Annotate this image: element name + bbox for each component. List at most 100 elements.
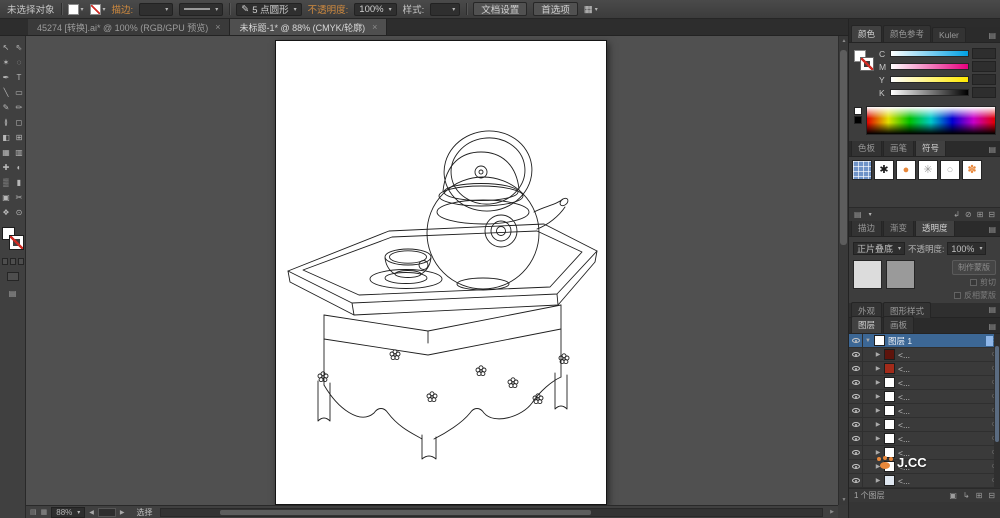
panel-menu-icon[interactable]: ▤ — [988, 31, 1000, 42]
layer-label[interactable]: 图层 1 — [888, 335, 987, 347]
panel-menu-icon[interactable]: ▤ — [988, 225, 1000, 236]
stroke-panel-link[interactable]: 描边: — [112, 2, 134, 16]
disclosure-closed-icon[interactable]: ▶ — [873, 407, 883, 414]
symbol-ink-splat[interactable]: ✱ — [874, 160, 894, 180]
layer-thumbnail[interactable] — [884, 419, 895, 430]
status-grid-icon[interactable]: ▦ — [41, 508, 48, 516]
layer-row-path[interactable]: ▶ <... ○ — [849, 474, 1000, 488]
tab-color[interactable]: 颜色 — [851, 25, 883, 42]
close-icon[interactable]: × — [372, 22, 377, 32]
stroke-swatch-icon[interactable] — [860, 57, 874, 71]
disclosure-closed-icon[interactable]: ▶ — [873, 477, 883, 484]
tab-swatches[interactable]: 色板 — [851, 139, 883, 156]
scroll-right-icon[interactable]: ▶ — [830, 509, 834, 515]
layer-label[interactable]: <... — [898, 434, 987, 444]
clip-checkbox-row[interactable]: 剪切 — [970, 277, 996, 288]
disclosure-closed-icon[interactable]: ▶ — [873, 435, 883, 442]
visibility-toggle[interactable] — [849, 474, 863, 487]
fill-stroke-indicator[interactable] — [854, 50, 878, 74]
tab-brushes[interactable]: 画笔 — [883, 139, 915, 156]
mesh-tool[interactable]: ▦ — [0, 145, 13, 160]
visibility-toggle[interactable] — [849, 376, 863, 389]
slice-tool[interactable]: ✂ — [13, 190, 26, 205]
lasso-tool[interactable]: ◌ — [13, 55, 26, 70]
visibility-toggle[interactable] — [849, 418, 863, 431]
layers-scrollbar[interactable] — [994, 334, 1000, 488]
eyedropper-tool[interactable]: ✚ — [0, 160, 13, 175]
black-value-field[interactable] — [972, 87, 996, 98]
layer-label[interactable]: <... — [898, 350, 987, 360]
preferences-button[interactable]: 首选项 — [533, 2, 578, 16]
layer-thumbnail[interactable] — [884, 363, 895, 374]
symbol-grid-paper[interactable] — [852, 160, 872, 180]
make-clipping-mask-icon[interactable]: ▣ — [949, 491, 957, 500]
magenta-value-field[interactable] — [972, 61, 996, 72]
layer-row-path[interactable]: ▶ <... ○ — [849, 348, 1000, 362]
next-artboard-icon[interactable]: ▶ — [120, 509, 125, 516]
disclosure-closed-icon[interactable]: ▶ — [873, 393, 883, 400]
hexagonal-tray[interactable] — [287, 223, 598, 316]
yellow-slider[interactable] — [890, 76, 969, 83]
visibility-toggle[interactable] — [849, 460, 863, 473]
draw-behind-button[interactable] — [9, 258, 16, 265]
layer-thumbnail[interactable] — [884, 405, 895, 416]
panel-menu-icon[interactable]: ▤ — [988, 145, 1000, 156]
delete-symbol-icon[interactable]: ⊟ — [988, 210, 995, 219]
document-tab-2[interactable]: 未标题-1* @ 88% (CMYK/轮廓) × — [230, 19, 388, 35]
document-tab-1[interactable]: 45274 [转换].ai* @ 100% (RGB/GPU 预览) × — [28, 19, 231, 35]
column-graph-tool[interactable]: ▮ — [13, 175, 26, 190]
zoom-level-dropdown[interactable]: 88% ▾ — [51, 506, 86, 518]
layer-label[interactable]: <... — [898, 476, 987, 486]
tab-color-guide[interactable]: 颜色参考 — [883, 25, 932, 42]
layer-label[interactable]: <... — [898, 364, 987, 374]
stroke-swatch-icon[interactable] — [8, 235, 24, 250]
panel-menu-icon[interactable]: ▤ — [988, 305, 1000, 316]
vertical-scrollbar[interactable]: ▲ ▼ — [838, 36, 848, 505]
disclosure-closed-icon[interactable]: ▶ — [873, 421, 883, 428]
visibility-toggle[interactable] — [849, 390, 863, 403]
layer-label[interactable]: <... — [898, 420, 987, 430]
tab-transparency[interactable]: 透明度 — [915, 219, 955, 236]
tab-layers[interactable]: 图层 — [851, 316, 883, 333]
vertical-scroll-thumb[interactable] — [840, 50, 847, 245]
tab-stroke[interactable]: 描边 — [851, 219, 883, 236]
type-tool[interactable]: T — [13, 70, 26, 85]
style-dropdown[interactable]: ▾ — [430, 2, 461, 16]
workspace-switcher[interactable]: ▦ ▾ — [584, 4, 598, 15]
invert-mask-checkbox[interactable] — [954, 292, 961, 299]
layer-row-layer1[interactable]: ▼ 图层 1 ○ — [849, 334, 1000, 348]
cyan-value-field[interactable] — [972, 48, 996, 59]
close-icon[interactable]: × — [215, 22, 220, 32]
brush-definition-dropdown[interactable]: ✎ 5 点圆形 ▾ — [236, 2, 302, 16]
disclosure-closed-icon[interactable]: ▶ — [873, 379, 883, 386]
symbol-sprayer-tool[interactable]: ▒ — [0, 175, 13, 190]
draw-inside-button[interactable] — [17, 258, 24, 265]
tab-symbols[interactable]: 符号 — [915, 139, 947, 156]
blend-tool[interactable]: ◐ — [13, 160, 26, 175]
gradient-tool[interactable]: ▥ — [13, 145, 26, 160]
visibility-toggle[interactable] — [849, 446, 863, 459]
document-setup-button[interactable]: 文档设置 — [473, 2, 528, 16]
disclosure-closed-icon[interactable]: ▶ — [873, 365, 883, 372]
horizontal-scroll-thumb[interactable] — [220, 509, 591, 515]
symbol-flower[interactable]: ✽ — [962, 160, 982, 180]
color-spectrum[interactable] — [866, 106, 996, 135]
layer-thumbnail[interactable] — [884, 377, 895, 388]
pen-tool[interactable]: ✒ — [0, 70, 13, 85]
panel-menu-icon[interactable]: ▤ — [988, 322, 1000, 333]
delete-layer-icon[interactable]: ⊟ — [988, 491, 995, 500]
previous-artboard-icon[interactable]: ◀ — [89, 509, 94, 516]
white-swatch[interactable] — [854, 107, 862, 115]
layer-row-path[interactable]: ▶ <... ○ — [849, 418, 1000, 432]
layer-row-path[interactable]: ▶ <... ○ — [849, 404, 1000, 418]
artboard-tool[interactable]: ▣ — [0, 190, 13, 205]
layer-thumbnail[interactable] — [884, 433, 895, 444]
symbol-orange-dot[interactable]: ● — [896, 160, 916, 180]
tab-kuler[interactable]: Kuler — [932, 27, 966, 42]
visibility-toggle[interactable] — [849, 348, 863, 361]
flower-ornaments[interactable] — [317, 349, 570, 405]
invert-mask-checkbox-row[interactable]: 反相蒙版 — [954, 290, 996, 301]
screen-mode-button[interactable] — [6, 272, 19, 281]
opacity-dropdown[interactable]: 100% ▾ — [354, 2, 397, 16]
visibility-toggle[interactable] — [849, 362, 863, 375]
